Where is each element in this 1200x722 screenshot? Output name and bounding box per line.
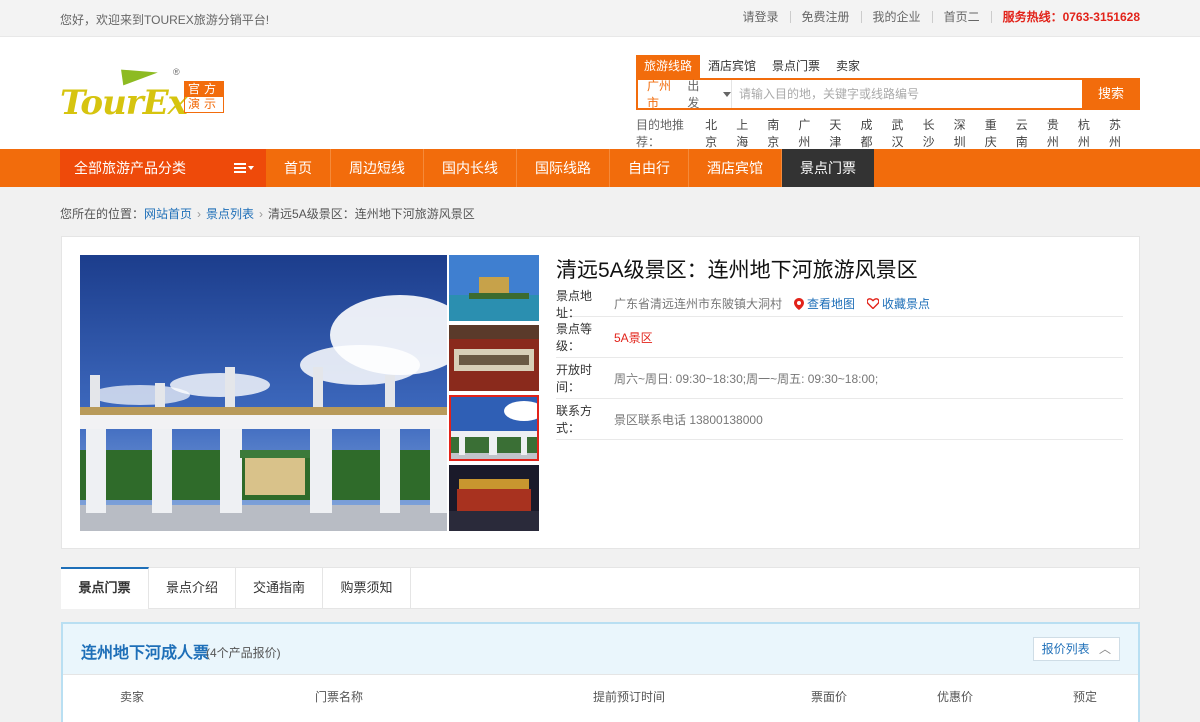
main-photo bbox=[80, 255, 447, 531]
col-book: 预定 bbox=[1073, 690, 1098, 704]
ticket-table-header: 卖家 门票名称 提前预订时间 票面价 优惠价 预定 bbox=[63, 674, 1138, 714]
hot-destination[interactable]: 上海 bbox=[736, 116, 759, 150]
menu-list-icon bbox=[234, 163, 254, 173]
search-tab-routes[interactable]: 旅游线路 bbox=[636, 55, 701, 78]
hot-destination[interactable]: 武汉 bbox=[892, 116, 915, 150]
hours-value: 周六~周日: 09:30~18:30;周一~周五: 09:30~18:00; bbox=[614, 371, 879, 386]
address-value: 广东省清远连州市东陂镇大洞村 bbox=[614, 297, 783, 311]
hot-destination[interactable]: 杭州 bbox=[1078, 116, 1101, 150]
departure-city-select[interactable]: 广州市 出发 bbox=[638, 79, 732, 110]
level-value: 5A景区 bbox=[614, 330, 653, 345]
col-advance-booking: 提前预订时间 bbox=[593, 690, 666, 704]
my-company-link[interactable]: 我的企业 bbox=[862, 11, 933, 23]
hot-destinations: 目的地推荐： 北京 上海 南京 广州 天津 成都 武汉 长沙 深圳 重庆 云南 … bbox=[636, 116, 1140, 150]
hours-row: 开放时间： 周六~周日: 09:30~18:30;周一~周五: 09:30~18… bbox=[556, 358, 1123, 399]
hot-destination[interactable]: 南京 bbox=[767, 116, 790, 150]
contact-value: 景区联系电话 13800138000 bbox=[614, 412, 763, 427]
map-pin-icon bbox=[794, 297, 805, 310]
hot-destination[interactable]: 北京 bbox=[705, 116, 728, 150]
search-area: 旅游线路 酒店宾馆 景点门票 卖家 广州市 出发 搜索 目的地推荐： 北京 上海… bbox=[636, 55, 1140, 150]
breadcrumb-home[interactable]: 网站首页 bbox=[144, 205, 192, 222]
price-list-button[interactable]: 报价列表 ︿ bbox=[1032, 637, 1120, 661]
registered-mark: ® bbox=[173, 67, 180, 77]
thumbnail[interactable] bbox=[449, 255, 539, 321]
search-button[interactable]: 搜索 bbox=[1082, 78, 1140, 110]
ticket-offer-count: (4个产品报价) bbox=[206, 646, 281, 660]
nav-item-home[interactable]: 首页 bbox=[266, 149, 331, 187]
breadcrumb: 您所在的位置： 网站首页 › 景点列表 › 清远5A级景区：连州地下河旅游风景区 bbox=[60, 205, 475, 222]
hot-destination[interactable]: 长沙 bbox=[923, 116, 946, 150]
nav-item-international[interactable]: 国际线路 bbox=[517, 149, 610, 187]
tab-transport[interactable]: 交通指南 bbox=[236, 567, 323, 609]
thumbnail[interactable] bbox=[449, 465, 539, 531]
level-row: 景点等级： 5A景区 bbox=[556, 317, 1123, 358]
view-map-link[interactable]: 查看地图 bbox=[794, 295, 855, 312]
nav-item-free-travel[interactable]: 自由行 bbox=[610, 149, 689, 187]
breadcrumb-current: 清远5A级景区：连州地下河旅游风景区 bbox=[268, 207, 475, 221]
ticket-group: 连州地下河成人票 (4个产品报价) 报价列表 ︿ 卖家 门票名称 提前预订时间 … bbox=[61, 622, 1140, 722]
contact-row: 联系方式： 景区联系电话 13800138000 bbox=[556, 399, 1123, 440]
hot-destination[interactable]: 云南 bbox=[1016, 116, 1039, 150]
col-discount-price: 优惠价 bbox=[937, 690, 974, 704]
col-seller: 卖家 bbox=[120, 690, 145, 704]
top-bar: 您好，欢迎来到TOUREX旅游分销平台! 请登录 免费注册 我的企业 首页二 服… bbox=[0, 0, 1200, 37]
all-categories-button[interactable]: 全部旅游产品分类 bbox=[60, 149, 266, 187]
search-box: 广州市 出发 搜索 bbox=[636, 78, 1140, 110]
hot-destination[interactable]: 深圳 bbox=[954, 116, 977, 150]
thumbnail-active[interactable] bbox=[449, 395, 539, 461]
nav-items: 首页 周边短线 国内长线 国际线路 自由行 酒店宾馆 景点门票 bbox=[266, 149, 874, 187]
search-tab-sellers[interactable]: 卖家 bbox=[828, 55, 868, 78]
hot-destination[interactable]: 天津 bbox=[829, 116, 852, 150]
search-input[interactable] bbox=[732, 80, 1082, 108]
nav-item-domestic[interactable]: 国内长线 bbox=[424, 149, 517, 187]
detail-tabs: 景点门票 景点介绍 交通指南 购票须知 bbox=[61, 567, 1140, 609]
hot-destination[interactable]: 成都 bbox=[860, 116, 883, 150]
home2-link[interactable]: 首页二 bbox=[933, 11, 992, 23]
site-logo[interactable]: ® TourEx 官方 演示 bbox=[60, 64, 230, 123]
address-row: 景点地址： 广东省清远连州市东陂镇大洞村 查看地图 收藏景点 bbox=[556, 289, 1123, 320]
attraction-title: 清远5A级景区：连州地下河旅游风景区 bbox=[556, 259, 918, 282]
attraction-info: 清远5A级景区：连州地下河旅游风景区 景点地址： 广东省清远连州市东陂镇大洞村 … bbox=[556, 255, 1123, 440]
tab-tickets[interactable]: 景点门票 bbox=[61, 567, 149, 609]
attraction-detail: 清远5A级景区：连州地下河旅游风景区 景点地址： 广东省清远连州市东陂镇大洞村 … bbox=[61, 236, 1140, 549]
register-link[interactable]: 免费注册 bbox=[791, 11, 862, 23]
hot-destination[interactable]: 广州 bbox=[798, 116, 821, 150]
main-nav: 全部旅游产品分类 首页 周边短线 国内长线 国际线路 自由行 酒店宾馆 景点门票 bbox=[0, 149, 1200, 187]
search-tab-tickets[interactable]: 景点门票 bbox=[764, 55, 828, 78]
header: ® TourEx 官方 演示 旅游线路 酒店宾馆 景点门票 卖家 广州市 出发 … bbox=[0, 37, 1200, 149]
chevron-up-icon: ︿ bbox=[1098, 642, 1111, 656]
dropdown-arrow-icon bbox=[723, 91, 731, 97]
thumbnail[interactable] bbox=[449, 325, 539, 391]
col-ticket-name: 门票名称 bbox=[315, 690, 364, 704]
search-tab-hotels[interactable]: 酒店宾馆 bbox=[700, 55, 764, 78]
nav-item-hotels[interactable]: 酒店宾馆 bbox=[689, 149, 782, 187]
favorite-link[interactable]: 收藏景点 bbox=[867, 295, 930, 312]
ticket-group-title[interactable]: 连州地下河成人票 bbox=[81, 639, 209, 663]
login-link[interactable]: 请登录 bbox=[732, 11, 791, 23]
chevron-right-icon: › bbox=[197, 206, 202, 221]
official-demo-badge: 官方 演示 bbox=[184, 81, 224, 113]
heart-icon bbox=[867, 298, 880, 309]
welcome-text: 您好，欢迎来到TOUREX旅游分销平台! bbox=[60, 13, 270, 27]
hotline-text: 服务热线：0763-3151628 bbox=[1002, 10, 1140, 24]
nav-item-nearby[interactable]: 周边短线 bbox=[331, 149, 424, 187]
logo-wordmark: TourEx bbox=[60, 83, 188, 123]
hot-destination[interactable]: 贵州 bbox=[1047, 116, 1070, 150]
breadcrumb-list[interactable]: 景点列表 bbox=[206, 205, 254, 222]
chevron-right-icon: › bbox=[259, 206, 264, 221]
tab-introduction[interactable]: 景点介绍 bbox=[149, 567, 236, 609]
search-tabs: 旅游线路 酒店宾馆 景点门票 卖家 bbox=[636, 55, 1140, 78]
col-face-price: 票面价 bbox=[811, 690, 848, 704]
hot-destination[interactable]: 重庆 bbox=[985, 116, 1008, 150]
ticket-group-header: 连州地下河成人票 (4个产品报价) 报价列表 ︿ bbox=[63, 624, 1138, 674]
hot-destination[interactable]: 苏州 bbox=[1109, 116, 1132, 150]
photo-thumbnails bbox=[449, 255, 539, 535]
tab-purchase-notes[interactable]: 购票须知 bbox=[323, 567, 411, 609]
top-links: 请登录 免费注册 我的企业 首页二 服务热线：0763-3151628 bbox=[732, 11, 1140, 23]
nav-item-tickets[interactable]: 景点门票 bbox=[782, 149, 874, 187]
hot-destinations-label: 目的地推荐： bbox=[636, 118, 685, 149]
